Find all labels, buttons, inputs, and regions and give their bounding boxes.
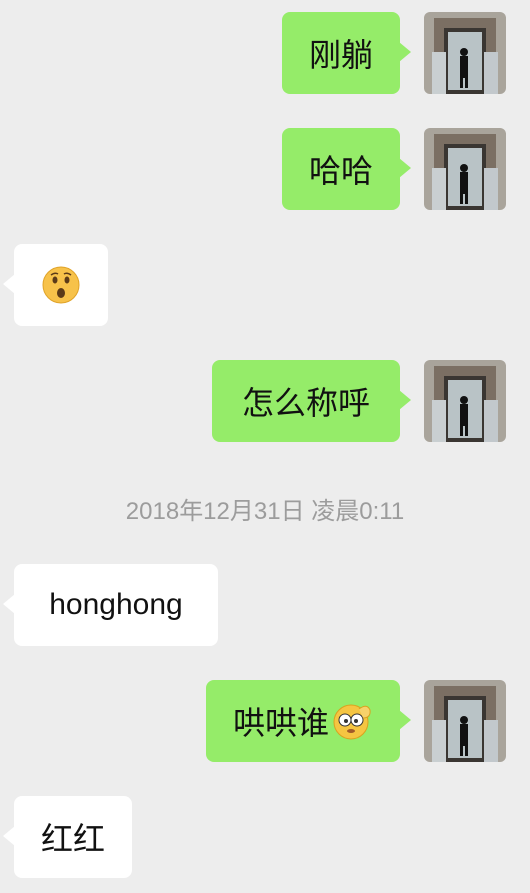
hushed-face-emoji-icon [42, 266, 80, 304]
message-text: 哄哄谁 [232, 704, 329, 742]
message-bubble-incoming[interactable] [3, 244, 108, 326]
message-bubble-outgoing[interactable]: 怎么称呼 [212, 360, 411, 442]
avatar-image [424, 12, 506, 94]
avatar-image [424, 680, 506, 762]
chat-timestamp: 2018年12月31日 凌晨0:11 [125, 498, 405, 525]
message-text: 红红 [40, 820, 105, 858]
avatar[interactable] [424, 360, 506, 442]
avatar[interactable] [424, 680, 506, 762]
message-text: honghong [49, 588, 183, 621]
avatar-image [424, 128, 506, 210]
message-text: 刚躺 [308, 36, 373, 74]
message-bubble-incoming[interactable]: honghong [3, 564, 218, 646]
flushed-peek-sticker-icon [333, 704, 371, 740]
avatar[interactable] [424, 128, 506, 210]
avatar[interactable] [424, 12, 506, 94]
message-text: 怎么称呼 [241, 384, 370, 422]
message-bubble-outgoing[interactable]: 哈哈 [282, 128, 411, 210]
avatar-image [424, 360, 506, 442]
message-text: 哈哈 [308, 152, 373, 190]
message-bubble-incoming[interactable]: 红红 [3, 796, 132, 878]
message-bubble-outgoing[interactable]: 刚躺 [282, 12, 411, 94]
message-bubble-outgoing[interactable]: 哄哄谁 [206, 680, 411, 762]
